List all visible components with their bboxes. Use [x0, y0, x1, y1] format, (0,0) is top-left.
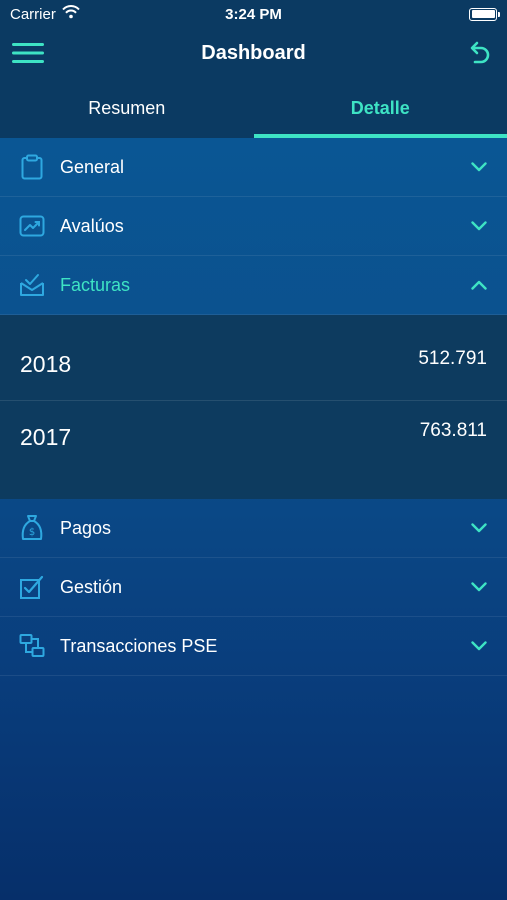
- amount-value: 763.811: [419, 420, 487, 441]
- section-label: Pagos: [60, 517, 112, 538]
- section-general[interactable]: General: [0, 138, 507, 197]
- year-label: 2017: [20, 423, 72, 450]
- chevron-up-icon: [469, 275, 489, 295]
- nav-bar: Dashboard: [0, 28, 507, 78]
- section-avaluos[interactable]: Avalúos: [0, 197, 507, 256]
- battery-icon: [469, 7, 500, 21]
- top-area: Carrier 3:24 PM Dashboard Resumen Detall…: [0, 0, 507, 138]
- facturas-detail-panel: 2018 512.791 2017 763.811: [0, 315, 507, 499]
- clipboard-icon: [18, 153, 46, 181]
- section-facturas[interactable]: Facturas: [0, 256, 507, 315]
- section-pagos[interactable]: $ Pagos: [0, 499, 507, 558]
- status-bar: Carrier 3:24 PM: [0, 0, 507, 28]
- section-label: Avalúos: [60, 215, 124, 236]
- section-label: Transacciones PSE: [60, 635, 218, 656]
- mail-check-icon: [18, 271, 46, 299]
- list-item[interactable]: 2017 763.811: [0, 401, 507, 473]
- amount-value: 512.791: [418, 347, 487, 369]
- hamburger-icon[interactable]: [10, 35, 46, 71]
- tab-bar: Resumen Detalle: [0, 78, 507, 138]
- section-label: General: [60, 156, 125, 177]
- section-gestion[interactable]: Gestión: [0, 558, 507, 617]
- money-bag-icon: $: [18, 514, 46, 542]
- section-transacciones-pse[interactable]: Transacciones PSE: [0, 617, 507, 676]
- trend-chart-icon: [18, 212, 46, 240]
- list-item[interactable]: 2018 512.791: [0, 329, 507, 401]
- chevron-down-icon: [469, 157, 489, 177]
- tab-detalle[interactable]: Detalle: [253, 78, 507, 138]
- tab-resumen[interactable]: Resumen: [0, 78, 254, 138]
- undo-icon[interactable]: [461, 35, 497, 71]
- status-time: 3:24 PM: [225, 5, 282, 23]
- svg-text:$: $: [29, 527, 35, 538]
- year-label: 2018: [20, 351, 72, 377]
- page-title: Dashboard: [201, 41, 306, 64]
- chevron-down-icon: [469, 518, 489, 538]
- chevron-down-icon: [469, 577, 489, 597]
- transfer-icon: [18, 632, 46, 660]
- chevron-down-icon: [469, 636, 489, 656]
- chevron-down-icon: [469, 216, 489, 236]
- section-label: Gestión: [60, 576, 123, 597]
- checkbox-icon: [18, 573, 46, 601]
- section-label: Facturas: [60, 274, 131, 295]
